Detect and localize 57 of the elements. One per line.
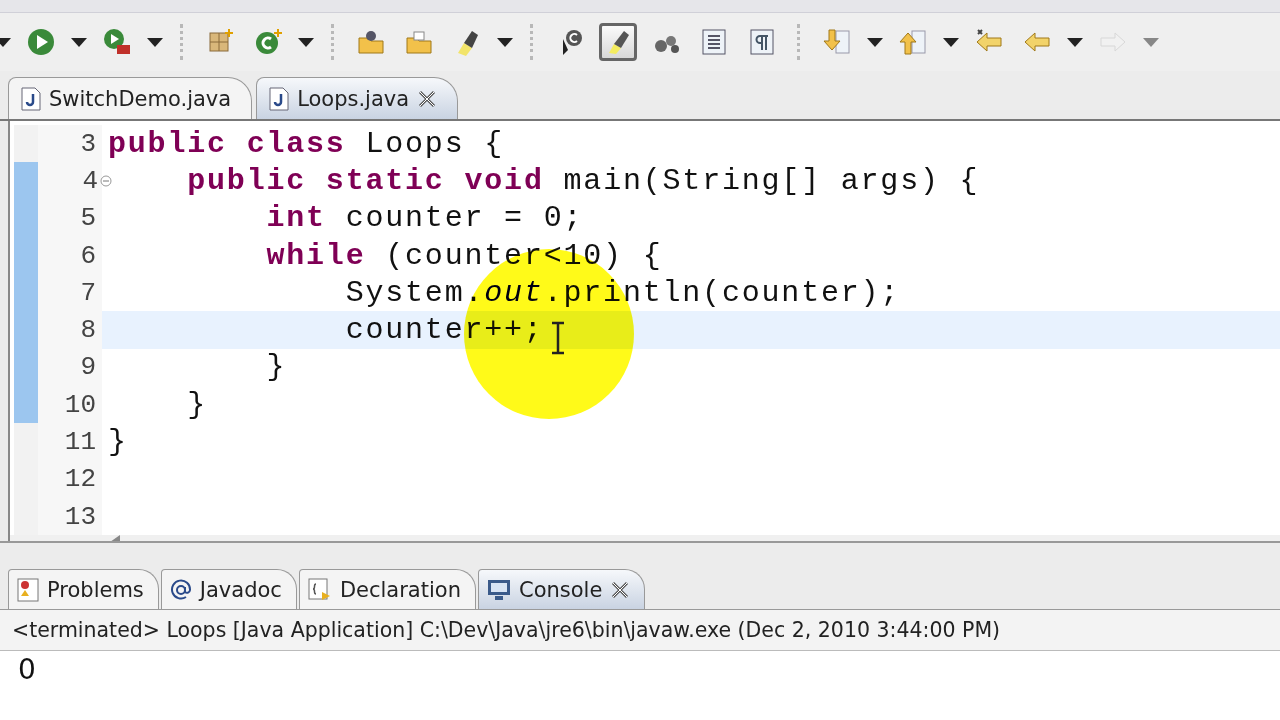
line-number: 10 [64, 389, 96, 420]
code-line: } [265, 350, 287, 385]
arrow-up-list-icon [898, 27, 928, 57]
view-tab[interactable]: Javadoc [160, 569, 297, 609]
caret-icon [1143, 37, 1159, 47]
code-line: } [108, 425, 128, 459]
caret-icon [867, 37, 883, 47]
java-file-icon [269, 86, 290, 111]
console-header: <terminated> Loops [Java Application] C:\Dev\Java\jre6\bin\javaw.exe (Dec 2, 2010 3:44:00 PM) [0, 610, 1280, 651]
view-tab[interactable]: Declaration [298, 569, 476, 609]
problems-icon [17, 577, 39, 602]
declaration-icon [307, 577, 332, 602]
play-toolbox-icon [102, 27, 132, 57]
text-cursor-icon [550, 321, 566, 355]
console-output: 0 [18, 653, 37, 686]
caret-icon [147, 37, 163, 47]
line-number: 9 [80, 352, 96, 383]
line-number: 7 [80, 277, 96, 308]
caret-icon [1067, 37, 1083, 47]
editor-tab[interactable]: Loops.java [256, 77, 459, 119]
tab-label: Loops.java [297, 86, 410, 111]
line-number: 6 [80, 240, 96, 271]
line-number: 13 [64, 501, 96, 532]
tab-label: SwitchDemo.java [49, 86, 232, 111]
line-number: 4 [82, 165, 98, 196]
code-line: public class Loops { [108, 126, 505, 161]
view-tab[interactable]: Console [477, 569, 646, 609]
code-line: } [186, 387, 207, 422]
caret-icon [71, 37, 87, 47]
tab-label: Declaration [339, 577, 461, 602]
line-number: 3 [80, 128, 96, 159]
play-circle-icon [26, 27, 56, 57]
arrow-down-list-icon [822, 27, 852, 57]
caret-icon [497, 37, 513, 47]
tab-label: Javadoc [199, 577, 282, 602]
line-number: 8 [80, 315, 96, 346]
view-tab[interactable]: Problems [8, 569, 159, 609]
class-plus-icon [253, 27, 283, 57]
toolbar-button[interactable] [599, 23, 637, 61]
caret-icon [943, 37, 959, 47]
caret-icon [0, 37, 11, 47]
line-number: 11 [64, 427, 96, 457]
close-icon[interactable] [610, 579, 631, 600]
line-number: 5 [80, 203, 96, 234]
pilcrow-icon [747, 27, 777, 57]
caret-icon [298, 37, 314, 47]
monitor-icon [486, 578, 511, 601]
tab-label: Problems [47, 577, 144, 602]
editor-tab[interactable]: SwitchDemo.java [8, 77, 253, 119]
tab-label: Console [518, 577, 603, 602]
close-icon[interactable] [417, 88, 438, 109]
code-line: public static void main(String[] args) { [186, 163, 980, 198]
line-number: 12 [64, 464, 96, 495]
at-sign-icon [169, 578, 192, 601]
java-file-icon [21, 86, 41, 111]
document-lines-icon [699, 27, 729, 57]
code-line: int counter = 0; [265, 201, 584, 236]
